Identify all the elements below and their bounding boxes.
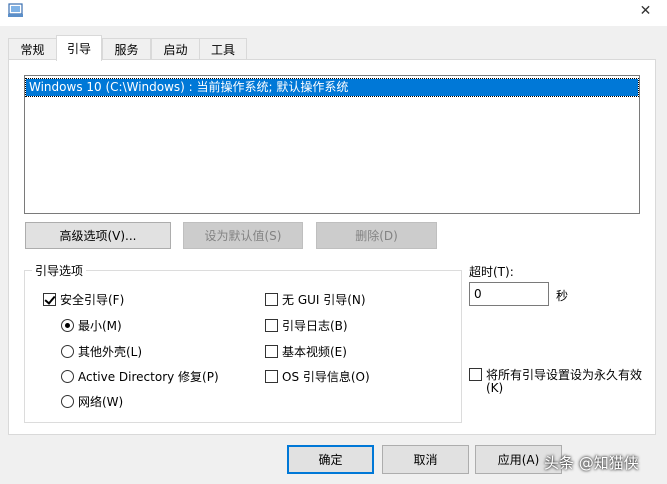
os-list[interactable]: Windows 10 (C:\Windows) : 当前操作系统; 默认操作系统 (24, 75, 640, 214)
set-default-button[interactable]: 设为默认值(S) (183, 222, 303, 249)
tab-label: 工具 (210, 42, 235, 57)
button-label: 确定 (318, 453, 343, 467)
close-icon: ✕ (639, 3, 652, 19)
make-permanent-label-line2: (K) (486, 381, 504, 395)
network-label: 网络(W) (78, 394, 124, 409)
tab-general[interactable]: 常规 (8, 38, 57, 59)
cancel-button[interactable]: 取消 (382, 445, 469, 474)
base-video-checkbox[interactable]: 基本视频(E) (265, 343, 347, 359)
tab-label: 常规 (20, 42, 45, 57)
base-video-label: 基本视频(E) (282, 344, 347, 359)
checkbox-icon (265, 292, 278, 306)
timeout-input[interactable] (469, 282, 549, 306)
list-item-label: Windows 10 (C:\Windows) : 当前操作系统; 默认操作系统 (29, 80, 349, 94)
checkbox-icon (265, 318, 278, 332)
no-gui-checkbox[interactable]: 无 GUI 引导(N) (265, 291, 366, 307)
tab-label: 服务 (114, 42, 139, 57)
button-label: 高级选项(V)... (59, 229, 137, 243)
os-info-checkbox[interactable]: OS 引导信息(O) (265, 368, 370, 384)
checkbox-icon (265, 369, 278, 383)
tab-startup[interactable]: 启动 (151, 38, 200, 59)
ad-repair-label: Active Directory 修复(P) (78, 369, 219, 384)
make-permanent-checkbox[interactable]: 将所有引导设置设为永久有效 (469, 366, 642, 382)
minimal-label: 最小(M) (78, 318, 122, 333)
list-item[interactable]: Windows 10 (C:\Windows) : 当前操作系统; 默认操作系统 (25, 78, 639, 97)
tab-label: 启动 (163, 42, 188, 57)
radio-icon (61, 394, 74, 408)
alternate-shell-radio[interactable]: 其他外壳(L) (61, 343, 142, 359)
tab-boot[interactable]: 引导 (56, 35, 102, 61)
boot-options-legend: 引导选项 (32, 262, 87, 279)
no-gui-label: 无 GUI 引导(N) (282, 292, 366, 307)
delete-button[interactable]: 删除(D) (316, 222, 437, 249)
minimal-radio[interactable]: 最小(M) (61, 317, 122, 333)
timeout-label: 超时(T): (469, 265, 514, 279)
tab-label: 引导 (66, 42, 91, 56)
os-info-label: OS 引导信息(O) (282, 369, 370, 384)
make-permanent-label: 将所有引导设置设为永久有效 (486, 367, 643, 382)
close-button[interactable]: ✕ (624, 0, 667, 22)
button-label: 应用(A) (497, 453, 540, 467)
tab-tools[interactable]: 工具 (199, 38, 247, 59)
boot-log-checkbox[interactable]: 引导日志(B) (265, 317, 348, 333)
app-icon (8, 2, 24, 18)
radio-selected-icon (61, 318, 74, 332)
radio-icon (61, 369, 74, 383)
ad-repair-radio[interactable]: Active Directory 修复(P) (61, 368, 219, 384)
button-label: 删除(D) (355, 229, 398, 243)
button-label: 设为默认值(S) (204, 229, 282, 243)
checkbox-icon (469, 367, 482, 381)
ok-button[interactable]: 确定 (287, 445, 374, 474)
radio-icon (61, 344, 74, 358)
timeout-unit: 秒 (556, 289, 569, 303)
boot-log-label: 引导日志(B) (282, 318, 348, 333)
alternate-shell-label: 其他外壳(L) (78, 344, 143, 359)
advanced-options-button[interactable]: 高级选项(V)... (25, 222, 171, 249)
button-label: 取消 (413, 453, 438, 467)
tab-services[interactable]: 服务 (102, 38, 151, 59)
checkbox-checked-icon (43, 292, 56, 306)
title-bar: ✕ (0, 0, 667, 26)
checkbox-icon (265, 344, 278, 358)
safe-boot-checkbox[interactable]: 安全引导(F) (43, 291, 124, 307)
watermark: 头条 @知猫侠 (544, 454, 639, 472)
network-radio[interactable]: 网络(W) (61, 393, 123, 409)
safe-boot-label: 安全引导(F) (60, 292, 125, 307)
